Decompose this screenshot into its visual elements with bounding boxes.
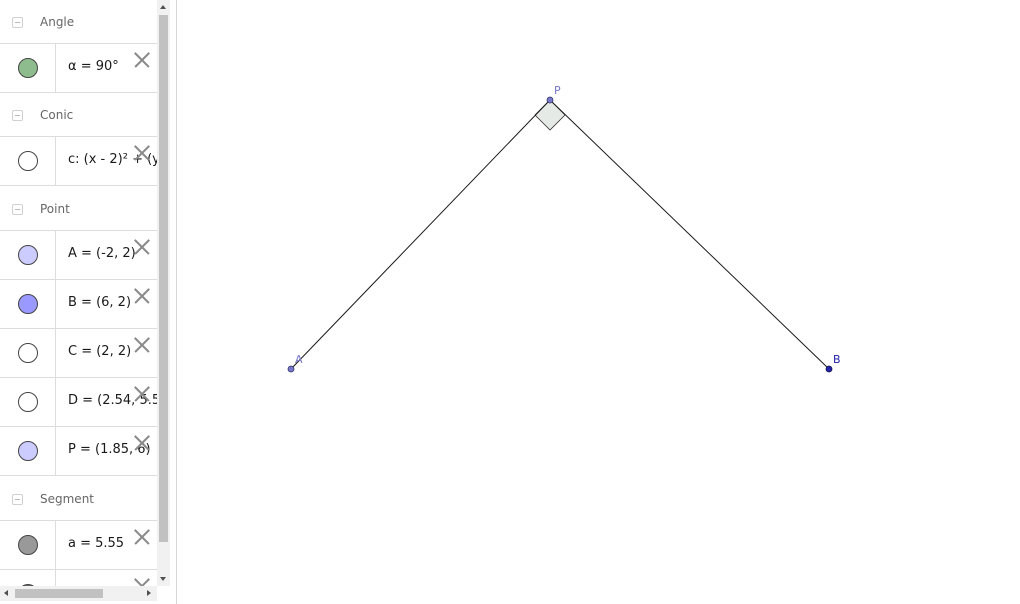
item-definition[interactable]: A = (-2, 2) xyxy=(68,246,136,261)
visibility-marble-icon[interactable] xyxy=(18,343,38,363)
item-definition[interactable]: α = 90° xyxy=(68,59,119,74)
item-definition[interactable]: C = (2, 2) xyxy=(68,344,131,359)
item-definition[interactable]: a = 5.55 xyxy=(68,536,124,551)
point-label-p[interactable]: P xyxy=(554,84,561,97)
segment-pb[interactable] xyxy=(549,99,830,370)
horizontal-scroll-thumb[interactable] xyxy=(15,589,103,598)
group-header-angle[interactable]: Angle xyxy=(0,0,157,44)
delete-icon[interactable] xyxy=(132,527,152,547)
delete-icon[interactable] xyxy=(132,433,152,453)
delete-icon[interactable] xyxy=(132,576,152,586)
group-label: Conic xyxy=(40,108,74,122)
algebra-view: Angle α = 90° Conic c: (x - 2)² + (y Poi… xyxy=(0,0,172,604)
group-label: Point xyxy=(40,202,70,216)
delete-icon[interactable] xyxy=(132,237,152,257)
collapse-icon[interactable] xyxy=(12,17,23,28)
list-item-point-c[interactable]: C = (2, 2) xyxy=(0,329,157,378)
visibility-marble-icon[interactable] xyxy=(18,294,38,314)
marble-cell xyxy=(0,44,56,92)
marble-cell xyxy=(0,280,56,328)
vertical-scrollbar[interactable] xyxy=(157,0,170,586)
collapse-icon[interactable] xyxy=(12,204,23,215)
collapse-icon[interactable] xyxy=(12,494,23,505)
collapse-icon[interactable] xyxy=(12,110,23,121)
algebra-list: Angle α = 90° Conic c: (x - 2)² + (y Poi… xyxy=(0,0,157,586)
list-item-point-a[interactable]: A = (-2, 2) xyxy=(0,231,157,280)
vertical-scroll-thumb[interactable] xyxy=(159,15,168,542)
delete-icon[interactable] xyxy=(132,143,152,163)
item-definition[interactable]: B = (6, 2) xyxy=(68,295,131,310)
marble-cell xyxy=(0,427,56,475)
point-a[interactable] xyxy=(287,365,295,373)
visibility-marble-icon[interactable] xyxy=(18,441,38,461)
marble-cell xyxy=(0,137,56,185)
marble-cell xyxy=(0,521,56,569)
group-header-conic[interactable]: Conic xyxy=(0,93,157,137)
visibility-marble-icon[interactable] xyxy=(18,58,38,78)
group-label: Angle xyxy=(40,15,75,29)
scroll-right-icon[interactable] xyxy=(147,590,151,596)
visibility-marble-icon[interactable] xyxy=(18,151,38,171)
list-item-point-d[interactable]: D = (2.54, 5.5 xyxy=(0,378,157,427)
scroll-left-icon[interactable] xyxy=(4,590,8,596)
list-item-point-b[interactable]: B = (6, 2) xyxy=(0,280,157,329)
point-label-a[interactable]: A xyxy=(295,353,303,366)
visibility-marble-icon[interactable] xyxy=(18,535,38,555)
visibility-marble-icon[interactable] xyxy=(18,392,38,412)
segment-ap[interactable] xyxy=(290,99,551,370)
marble-cell xyxy=(0,378,56,426)
scroll-up-icon[interactable] xyxy=(160,5,166,9)
graphics-view[interactable]: A B P xyxy=(177,0,1020,604)
delete-icon[interactable] xyxy=(132,335,152,355)
marble-cell xyxy=(0,329,56,377)
point-label-b[interactable]: B xyxy=(833,353,841,366)
visibility-marble-icon[interactable] xyxy=(18,245,38,265)
list-item-conic-c[interactable]: c: (x - 2)² + (y xyxy=(0,137,157,186)
right-angle-marker[interactable] xyxy=(534,99,566,131)
list-item-angle-alpha[interactable]: α = 90° xyxy=(0,44,157,93)
list-item-segment-a[interactable]: a = 5.55 xyxy=(0,521,157,570)
marble-cell xyxy=(0,231,56,279)
point-p[interactable] xyxy=(546,96,554,104)
delete-icon[interactable] xyxy=(132,384,152,404)
horizontal-scrollbar[interactable] xyxy=(0,586,157,601)
delete-icon[interactable] xyxy=(132,286,152,306)
marble-cell xyxy=(0,570,56,586)
group-header-point[interactable]: Point xyxy=(0,187,157,231)
graphics-canvas[interactable]: A B P xyxy=(177,0,1020,604)
point-b[interactable] xyxy=(825,365,833,373)
delete-icon[interactable] xyxy=(132,50,152,70)
list-item-partial[interactable] xyxy=(0,570,157,586)
group-header-segment[interactable]: Segment xyxy=(0,477,157,521)
group-label: Segment xyxy=(40,492,94,506)
list-item-point-p[interactable]: P = (1.85, 6) xyxy=(0,427,157,476)
scroll-down-icon[interactable] xyxy=(160,577,166,581)
